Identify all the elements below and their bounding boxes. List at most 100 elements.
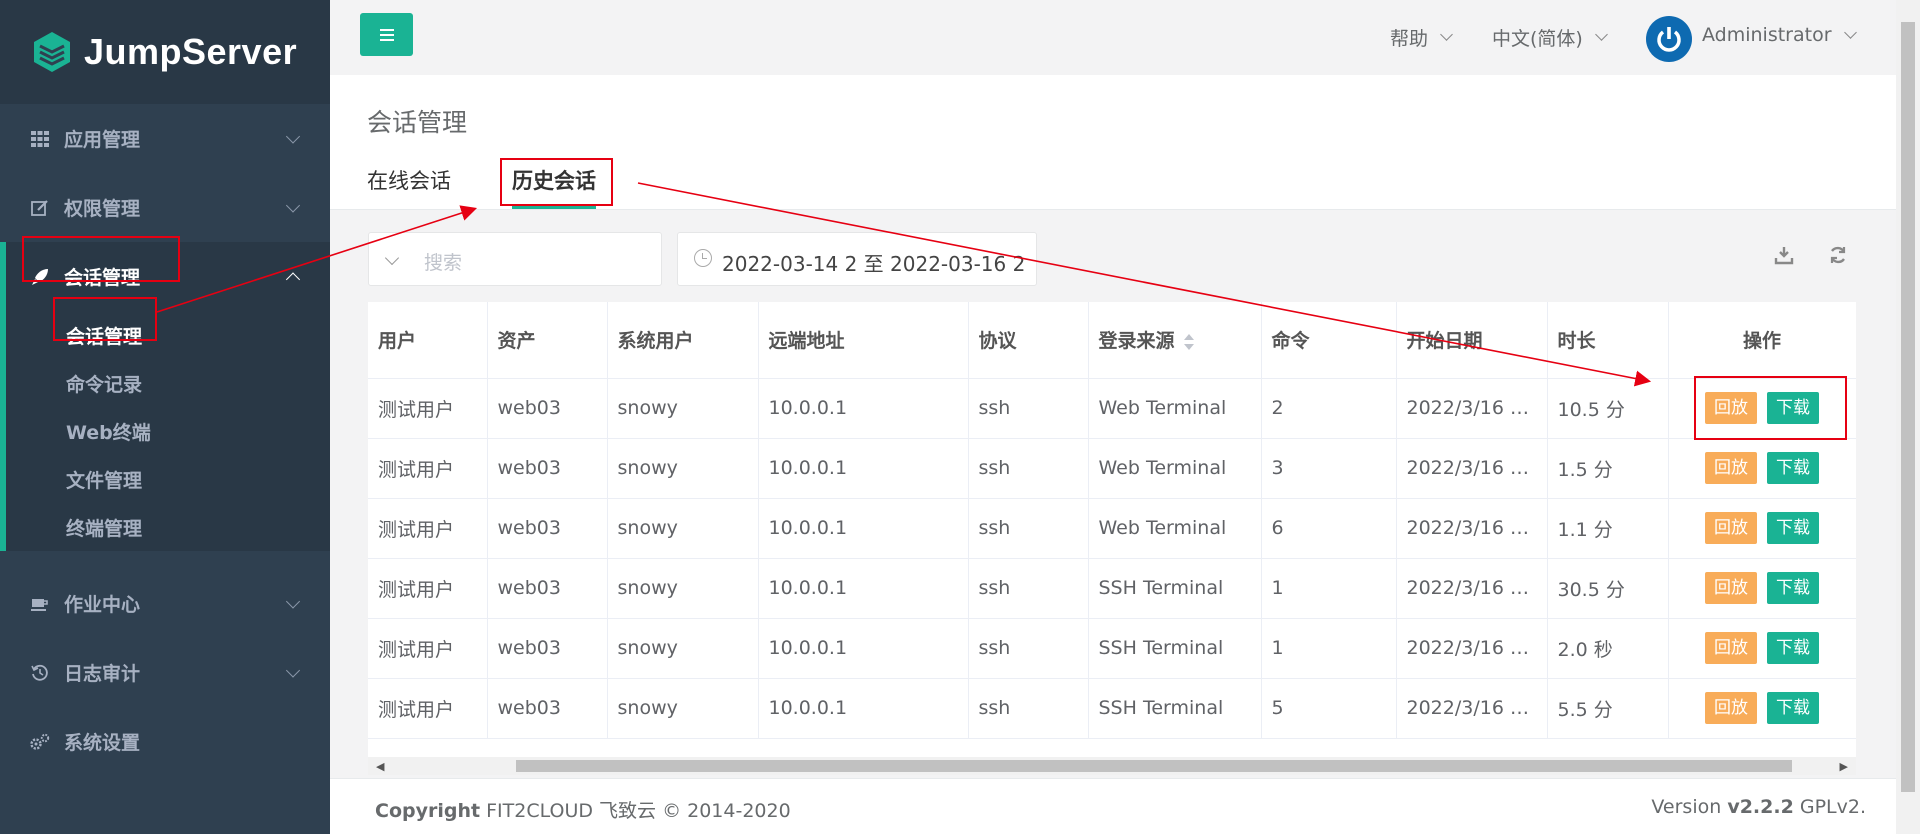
download-button[interactable]: 下载 [1767, 692, 1819, 724]
replay-button[interactable]: 回放 [1705, 572, 1757, 604]
table-row: 测试用户 web03 snowy 10.0.0.1 ssh SSH Terminal 1 20… [368, 558, 1856, 619]
replay-button[interactable]: 回放 [1705, 452, 1757, 484]
chevron-down-icon [285, 197, 301, 213]
hamburger-icon [379, 33, 394, 36]
table-cell: 10.5 分 [1547, 378, 1669, 439]
grid-icon [30, 129, 50, 149]
horizontal-scrollbar[interactable]: ◀ ▶ [368, 757, 1856, 775]
table-cell: 5 [1261, 678, 1397, 739]
download-button[interactable]: 下载 [1767, 452, 1819, 484]
sidebar-subitem-web-terminal[interactable]: Web终端 [6, 407, 330, 455]
table-cell: 30.5 分 [1547, 558, 1669, 619]
table-cell: 2022/3/16 … [1396, 498, 1548, 559]
language-label: 中文(简体) [1492, 28, 1583, 50]
table-cell: 10.0.0.1 [758, 618, 969, 679]
replay-button[interactable]: 回放 [1705, 692, 1757, 724]
table-cell: SSH Terminal [1088, 678, 1262, 739]
sidebar-subitem-terminal-management[interactable]: 终端管理 [6, 503, 330, 551]
table-cell: 测试用户 [368, 678, 488, 739]
table-cell: SSH Terminal [1088, 618, 1262, 679]
actions-cell: 回放 下载 [1668, 678, 1856, 739]
table-cell: web03 [487, 618, 608, 679]
table-cell: ssh [968, 558, 1089, 619]
sidebar-subitem-file-management[interactable]: 文件管理 [6, 455, 330, 503]
sidebar-item-permissions[interactable]: 权限管理 [0, 173, 330, 242]
table-cell: web03 [487, 378, 608, 439]
table-cell: 测试用户 [368, 498, 488, 559]
table-cell: 10.0.0.1 [758, 438, 969, 499]
chevron-down-icon[interactable] [384, 250, 400, 266]
table-row: 测试用户 web03 snowy 10.0.0.1 ssh SSH Terminal 5 20… [368, 678, 1856, 739]
power-icon [1657, 27, 1681, 52]
search-box[interactable]: 搜索 [368, 232, 662, 286]
sidebar-item-system-settings[interactable]: 系统设置 [0, 707, 330, 776]
vertical-scrollbar[interactable] [1896, 0, 1920, 834]
scroll-right-arrow-icon[interactable]: ▶ [1840, 760, 1848, 773]
table-cell: ssh [968, 498, 1089, 559]
scrollbar-thumb[interactable] [516, 760, 1792, 772]
date-range-value: 2022-03-14 2 至 2022-03-16 2 [722, 252, 1026, 276]
user-dropdown[interactable]: Administrator [1702, 24, 1857, 46]
sort-icon[interactable] [1183, 333, 1195, 351]
table-cell: Web Terminal [1088, 438, 1262, 499]
table-cell: SSH Terminal [1088, 558, 1262, 619]
sidebar-item-job-center[interactable]: 作业中心 [0, 569, 330, 638]
vertical-scrollbar-thumb[interactable] [1901, 22, 1915, 792]
table-cell: 2.0 秒 [1547, 618, 1669, 679]
download-icon[interactable] [1773, 244, 1795, 266]
column-header: 操作 [1668, 302, 1856, 379]
column-header: 远端地址 [758, 302, 969, 379]
table-cell: 5.5 分 [1547, 678, 1669, 739]
jumpserver-logo-icon [34, 32, 70, 72]
replay-button[interactable]: 回放 [1705, 632, 1757, 664]
copyright-text: FIT2CLOUD 飞致云 © 2014-2020 [480, 800, 791, 822]
table-cell: 1.1 分 [1547, 498, 1669, 559]
table-cell: 2022/3/16 … [1396, 678, 1548, 739]
chevron-down-icon [285, 662, 301, 678]
language-dropdown[interactable]: 中文(简体) [1492, 24, 1608, 51]
table-cell: snowy [607, 498, 759, 559]
column-header-sortable[interactable]: 登录来源 [1088, 302, 1262, 379]
sidebar-item-applications[interactable]: 应用管理 [0, 104, 330, 173]
download-button[interactable]: 下载 [1767, 632, 1819, 664]
logo[interactable]: JumpServer [0, 0, 330, 104]
sidebar-item-label: 权限管理 [64, 198, 141, 220]
table-cell: 1 [1261, 618, 1397, 679]
version-prefix: Version [1651, 796, 1728, 818]
download-button[interactable]: 下载 [1767, 572, 1819, 604]
column-header: 用户 [368, 302, 488, 379]
table-cell: 测试用户 [368, 618, 488, 679]
column-header: 命令 [1261, 302, 1397, 379]
sidebar-item-audit-logs[interactable]: 日志审计 [0, 638, 330, 707]
refresh-icon[interactable] [1827, 244, 1849, 266]
chevron-down-icon [285, 593, 301, 609]
table-cell: web03 [487, 498, 608, 559]
table-cell: 2022/3/16 … [1396, 558, 1548, 619]
table-cell: 10.0.0.1 [758, 678, 969, 739]
annotation-box-sidebar-sessions [22, 236, 180, 282]
user-name: Administrator [1702, 24, 1832, 46]
table-cell: snowy [607, 378, 759, 439]
scroll-left-arrow-icon[interactable]: ◀ [376, 760, 384, 773]
table-cell: ssh [968, 378, 1089, 439]
tab-online-sessions[interactable]: 在线会话 [367, 165, 451, 195]
footer: Copyright FIT2CLOUD 飞致云 © 2014-2020 Vers… [330, 778, 1896, 834]
column-header: 资产 [487, 302, 608, 379]
menu-toggle-button[interactable] [360, 13, 413, 56]
table-cell: 10.0.0.1 [758, 558, 969, 619]
page-title: 会话管理 [367, 108, 468, 137]
help-dropdown[interactable]: 帮助 [1390, 24, 1453, 51]
gears-icon [30, 732, 50, 752]
replay-button[interactable]: 回放 [1705, 512, 1757, 544]
table-cell: Web Terminal [1088, 498, 1262, 559]
sidebar-item-label: 日志审计 [64, 663, 141, 685]
table-row: 测试用户 web03 snowy 10.0.0.1 ssh SSH Terminal 1 20… [368, 618, 1856, 679]
sidebar-subitem-command-records[interactable]: 命令记录 [6, 359, 330, 407]
column-header: 时长 [1547, 302, 1669, 379]
download-button[interactable]: 下载 [1767, 512, 1819, 544]
table-header-row: 用户 资产 系统用户 远端地址 协议 登录来源 命令 开始日期 时长 操作 [368, 302, 1856, 379]
clock-icon [694, 249, 712, 267]
search-input[interactable]: 搜索 [424, 248, 462, 275]
date-range-picker[interactable]: 2022-03-14 2 至 2022-03-16 2 [677, 232, 1037, 286]
avatar[interactable] [1646, 16, 1692, 62]
